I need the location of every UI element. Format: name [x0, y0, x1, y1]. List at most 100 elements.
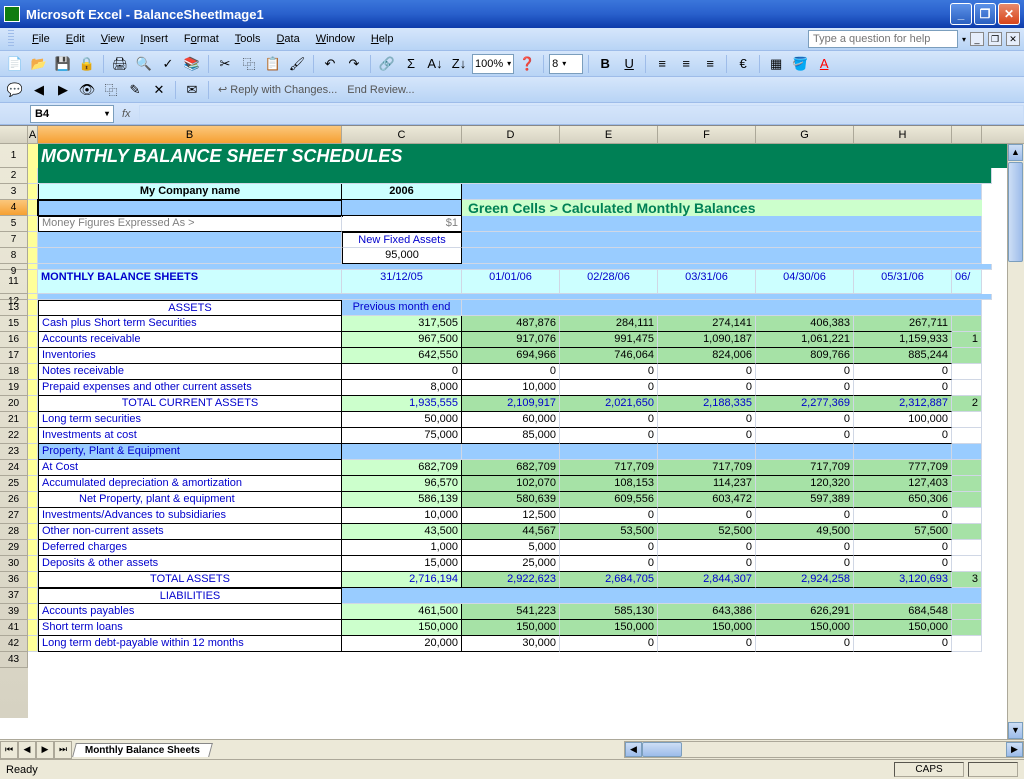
- cell[interactable]: [952, 444, 982, 460]
- redo-icon[interactable]: ↷: [343, 53, 365, 75]
- delete-comment-icon[interactable]: ✕: [148, 79, 170, 101]
- cell[interactable]: [28, 444, 38, 460]
- menu-view[interactable]: View: [93, 31, 133, 47]
- cell[interactable]: 127,403: [854, 476, 952, 492]
- help-search-input[interactable]: [808, 30, 958, 48]
- row-header-4[interactable]: 4: [0, 200, 28, 216]
- cell[interactable]: Net Property, plant & equipment: [38, 492, 342, 508]
- cell[interactable]: [28, 492, 38, 508]
- sort-asc-icon[interactable]: A↓: [424, 53, 446, 75]
- cell[interactable]: 0: [658, 540, 756, 556]
- cell[interactable]: 0: [342, 364, 462, 380]
- cell[interactable]: 642,550: [342, 348, 462, 364]
- cell[interactable]: 0: [560, 412, 658, 428]
- font-size-dropdown[interactable]: 8▾: [549, 54, 583, 74]
- cell[interactable]: 597,389: [756, 492, 854, 508]
- cell[interactable]: 2,109,917: [462, 396, 560, 412]
- copy-icon[interactable]: ⿻: [238, 53, 260, 75]
- cell[interactable]: [462, 248, 982, 264]
- cell[interactable]: Accounts receivable: [38, 332, 342, 348]
- fx-icon[interactable]: fx: [122, 108, 131, 120]
- cell[interactable]: 694,966: [462, 348, 560, 364]
- cell[interactable]: 49,500: [756, 524, 854, 540]
- menu-tools[interactable]: Tools: [227, 31, 269, 47]
- cell[interactable]: 2,277,369: [756, 396, 854, 412]
- cell[interactable]: 150,000: [658, 620, 756, 636]
- cell[interactable]: 0: [560, 428, 658, 444]
- cell[interactable]: 0: [658, 428, 756, 444]
- cell[interactable]: 1,159,933: [854, 332, 952, 348]
- col-header-b[interactable]: B: [38, 126, 342, 143]
- cell[interactable]: [28, 364, 38, 380]
- preview-icon[interactable]: 🔍: [133, 53, 155, 75]
- cell[interactable]: [952, 316, 982, 332]
- cell[interactable]: [462, 232, 982, 248]
- cell[interactable]: 603,472: [658, 492, 756, 508]
- cell[interactable]: [952, 492, 982, 508]
- cell[interactable]: 0: [658, 380, 756, 396]
- cell[interactable]: ASSETS: [38, 300, 342, 316]
- underline-icon[interactable]: U: [618, 53, 640, 75]
- hyperlink-icon[interactable]: 🔗: [376, 53, 398, 75]
- col-header-d[interactable]: D: [462, 126, 560, 143]
- cell[interactable]: [28, 508, 38, 524]
- cell[interactable]: 5,000: [462, 540, 560, 556]
- autosum-icon[interactable]: Σ: [400, 53, 422, 75]
- cell[interactable]: 03/31/06: [658, 270, 756, 294]
- cell[interactable]: [28, 428, 38, 444]
- cell[interactable]: [952, 364, 982, 380]
- tab-first-icon[interactable]: ⏮: [0, 741, 18, 759]
- col-header-h[interactable]: H: [854, 126, 952, 143]
- row-header-5[interactable]: 5: [0, 216, 28, 232]
- col-header-a[interactable]: A: [28, 126, 38, 143]
- tab-prev-icon[interactable]: ◀: [18, 741, 36, 759]
- cell[interactable]: 487,876: [462, 316, 560, 332]
- cell[interactable]: 0: [658, 636, 756, 652]
- row-header-20[interactable]: 20: [0, 396, 28, 412]
- cell[interactable]: 585,130: [560, 604, 658, 620]
- prev-comment-icon[interactable]: ◀: [28, 79, 50, 101]
- new-icon[interactable]: 📄: [4, 53, 26, 75]
- cell[interactable]: Other non-current assets: [38, 524, 342, 540]
- cell[interactable]: [462, 444, 560, 460]
- vertical-scrollbar[interactable]: ▲ ▼: [1007, 144, 1024, 739]
- cell[interactable]: 2,716,194: [342, 572, 462, 588]
- select-all-corner[interactable]: [0, 126, 28, 143]
- cell[interactable]: 2: [952, 396, 982, 412]
- cell[interactable]: 120,320: [756, 476, 854, 492]
- cell[interactable]: [952, 556, 982, 572]
- cell[interactable]: 0: [756, 508, 854, 524]
- row-header-18[interactable]: 18: [0, 364, 28, 380]
- cut-icon[interactable]: ✂: [214, 53, 236, 75]
- cell[interactable]: 06/: [952, 270, 982, 294]
- cell[interactable]: 991,475: [560, 332, 658, 348]
- cell[interactable]: [342, 200, 462, 216]
- cell[interactable]: 0: [854, 508, 952, 524]
- cell[interactable]: 1: [952, 332, 982, 348]
- cell[interactable]: Deferred charges: [38, 540, 342, 556]
- name-box[interactable]: B4▾: [30, 105, 114, 123]
- cell[interactable]: [952, 620, 982, 636]
- row-header-7[interactable]: 7: [0, 232, 28, 248]
- ink-icon[interactable]: ✎: [124, 79, 146, 101]
- cell[interactable]: [952, 524, 982, 540]
- next-comment-icon[interactable]: ▶: [52, 79, 74, 101]
- tab-next-icon[interactable]: ▶: [36, 741, 54, 759]
- row-header-28[interactable]: 28: [0, 524, 28, 540]
- row-header-11[interactable]: 11: [0, 270, 28, 294]
- cell[interactable]: 0: [756, 540, 854, 556]
- menu-format[interactable]: Format: [176, 31, 227, 47]
- spell-icon[interactable]: ✓: [157, 53, 179, 75]
- col-header-g[interactable]: G: [756, 126, 854, 143]
- cell[interactable]: [28, 316, 38, 332]
- cell[interactable]: 0: [560, 364, 658, 380]
- cell[interactable]: 967,500: [342, 332, 462, 348]
- cell[interactable]: Property, Plant & Equipment: [38, 444, 342, 460]
- doc-restore-button[interactable]: ❐: [988, 32, 1002, 46]
- cell[interactable]: [28, 476, 38, 492]
- cell[interactable]: 682,709: [342, 460, 462, 476]
- send-mail-icon[interactable]: ✉: [181, 79, 203, 101]
- cell[interactable]: 0: [462, 364, 560, 380]
- cell[interactable]: 0: [658, 364, 756, 380]
- scroll-right-icon[interactable]: ▶: [1006, 742, 1023, 757]
